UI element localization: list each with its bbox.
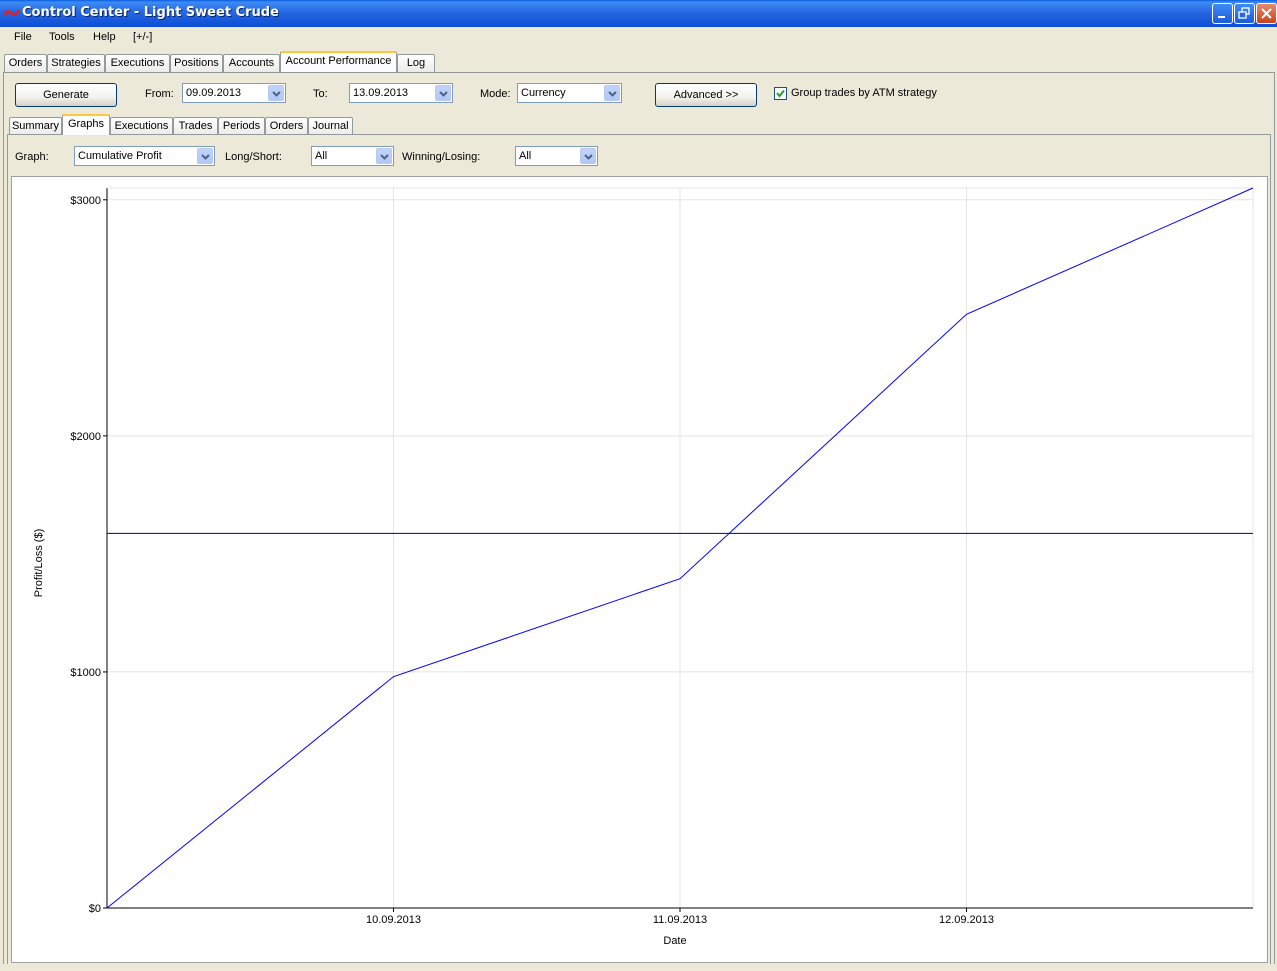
winlose-label: Winning/Losing: — [402, 151, 481, 163]
chevron-down-icon — [584, 154, 593, 160]
subtab-summary[interactable]: Summary — [9, 117, 62, 135]
mode-select[interactable]: Currency — [517, 83, 622, 103]
app-icon — [4, 9, 20, 16]
status-bar — [0, 964, 1277, 971]
tab-orders[interactable]: Orders — [4, 54, 47, 72]
x-tick-label: 11.09.2013 — [653, 914, 707, 926]
to-dropdown-arrow[interactable] — [435, 85, 451, 101]
y-tick-label: $0 — [89, 903, 101, 915]
minimize-button[interactable] — [1212, 3, 1233, 24]
longshort-label: Long/Short: — [225, 151, 282, 163]
restore-icon — [1238, 7, 1250, 19]
graph-label: Graph: — [15, 151, 49, 163]
subtab-trades[interactable]: Trades — [173, 117, 218, 135]
tab-account-performance[interactable]: Account Performance — [280, 51, 397, 72]
menu-bar: File Tools Help [+/-] — [0, 27, 1277, 49]
graph-type-value: Cumulative Profit — [78, 150, 162, 162]
to-date-picker[interactable]: 13.09.2013 — [349, 83, 453, 103]
longshort-value: All — [315, 150, 328, 162]
close-button[interactable] — [1256, 3, 1277, 24]
chart-container: 10.09.2013 11.09.2013 12.09.2013 $0 $1000 $20… — [11, 176, 1268, 963]
graph-type-dropdown-arrow[interactable] — [197, 148, 213, 164]
longshort-select[interactable]: All — [311, 146, 394, 166]
x-tick-label: 10.09.2013 — [366, 914, 421, 926]
mode-label: Mode: — [480, 88, 511, 100]
menu-tools[interactable]: Tools — [49, 31, 75, 43]
chevron-down-icon — [201, 154, 210, 160]
group-trades-checkbox[interactable] — [774, 87, 787, 100]
group-trades-label: Group trades by ATM strategy — [791, 87, 937, 99]
close-icon — [1261, 8, 1272, 19]
subtab-journal[interactable]: Journal — [308, 117, 353, 135]
chevron-down-icon — [380, 154, 389, 160]
menu-toggle[interactable]: [+/-] — [133, 31, 152, 43]
from-date-value: 09.09.2013 — [186, 87, 242, 99]
chevron-down-icon — [439, 91, 448, 97]
longshort-dropdown-arrow[interactable] — [376, 148, 392, 164]
chevron-down-icon — [608, 91, 617, 97]
restore-button[interactable] — [1234, 3, 1255, 24]
y-tick-label: $3000 — [70, 195, 101, 207]
subtab-periods[interactable]: Periods — [218, 117, 265, 135]
generate-button[interactable]: Generate — [15, 83, 117, 107]
tab-strategies[interactable]: Strategies — [47, 54, 105, 72]
advanced-button[interactable]: Advanced >> — [655, 83, 757, 107]
title-bar: Control Center - Light Sweet Crude — [0, 0, 1277, 27]
winlose-value: All — [519, 150, 532, 162]
subtab-orders[interactable]: Orders — [265, 117, 308, 135]
menu-help[interactable]: Help — [93, 31, 116, 43]
y-tick-label: $2000 — [70, 431, 101, 443]
to-label: To: — [313, 88, 328, 100]
checkmark-icon — [776, 89, 785, 98]
x-axis-label: Date — [663, 935, 686, 947]
tab-log[interactable]: Log — [397, 54, 435, 72]
from-dropdown-arrow[interactable] — [268, 85, 284, 101]
from-label: From: — [145, 88, 174, 100]
y-tick-label: $1000 — [70, 667, 101, 679]
tab-executions[interactable]: Executions — [105, 54, 170, 72]
winlose-dropdown-arrow[interactable] — [580, 148, 596, 164]
to-date-value: 13.09.2013 — [353, 87, 409, 99]
subtab-executions[interactable]: Executions — [110, 117, 173, 135]
graph-type-select[interactable]: Cumulative Profit — [74, 146, 215, 166]
x-tick-label: 12.09.2013 — [939, 914, 994, 926]
y-axis-label: Profit/Loss ($) — [33, 529, 45, 597]
window-title: Control Center - Light Sweet Crude — [22, 5, 279, 20]
tab-accounts[interactable]: Accounts — [223, 54, 280, 72]
subtab-graphs[interactable]: Graphs — [62, 114, 110, 135]
from-date-picker[interactable]: 09.09.2013 — [182, 83, 286, 103]
mode-value: Currency — [521, 87, 566, 99]
menu-file[interactable]: File — [14, 31, 32, 43]
chevron-down-icon — [272, 91, 281, 97]
mode-dropdown-arrow[interactable] — [604, 85, 620, 101]
tab-positions[interactable]: Positions — [170, 54, 223, 72]
cumulative-profit-chart: 10.09.2013 11.09.2013 12.09.2013 $0 $1000 $20… — [33, 187, 1254, 947]
winlose-select[interactable]: All — [515, 146, 598, 166]
minimize-icon — [1218, 16, 1225, 18]
